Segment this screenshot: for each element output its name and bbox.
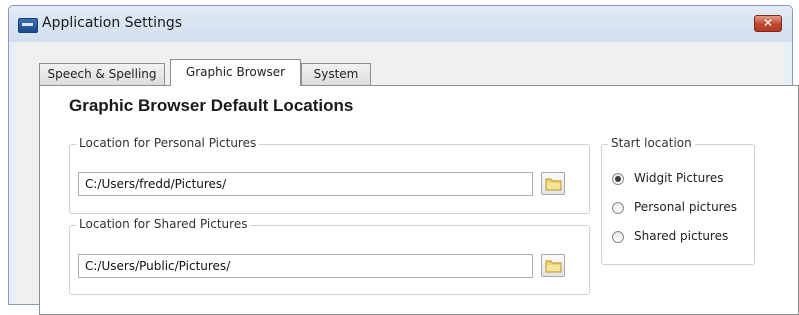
- radio-button[interactable]: [612, 202, 624, 214]
- personal-pictures-path-input[interactable]: C:/Users/fredd/Pictures/: [78, 172, 533, 196]
- start-location-group: Start location Widgit Pictures Personal …: [601, 136, 755, 265]
- personal-pictures-legend: Location for Personal Pictures: [76, 136, 260, 150]
- window-title: Application Settings: [42, 15, 183, 31]
- tab-speech-spelling[interactable]: Speech & Spelling: [39, 63, 165, 85]
- personal-pictures-group: Location for Personal Pictures C:/Users/…: [69, 136, 590, 214]
- personal-browse-button[interactable]: [541, 172, 565, 195]
- graphic-browser-panel: Graphic Browser Default Locations Locati…: [39, 85, 799, 315]
- folder-icon: [545, 260, 562, 273]
- close-button[interactable]: ✕: [754, 15, 782, 32]
- radio-label: Widgit Pictures: [634, 171, 724, 185]
- shared-browse-button[interactable]: [541, 254, 565, 277]
- title-bar[interactable]: Application Settings ✕: [9, 6, 792, 42]
- app-icon: [18, 18, 38, 33]
- section-title: Graphic Browser Default Locations: [69, 96, 354, 115]
- radio-button-selected[interactable]: [612, 173, 624, 185]
- radio-button[interactable]: [612, 231, 624, 243]
- settings-window: Application Settings ✕ Speech & Spelling…: [8, 5, 799, 315]
- folder-icon: [545, 178, 562, 191]
- tab-system[interactable]: System: [301, 63, 371, 85]
- radio-label: Personal pictures: [634, 200, 737, 214]
- start-location-legend: Start location: [608, 136, 695, 150]
- shared-pictures-legend: Location for Shared Pictures: [76, 217, 251, 231]
- tab-graphic-browser[interactable]: Graphic Browser: [170, 59, 301, 86]
- window-client-area: Speech & Spelling Graphic Browser System…: [17, 42, 799, 315]
- radio-label: Shared pictures: [634, 229, 729, 243]
- shared-pictures-path-input[interactable]: C:/Users/Public/Pictures/: [78, 254, 533, 278]
- shared-pictures-group: Location for Shared Pictures C:/Users/Pu…: [69, 217, 590, 295]
